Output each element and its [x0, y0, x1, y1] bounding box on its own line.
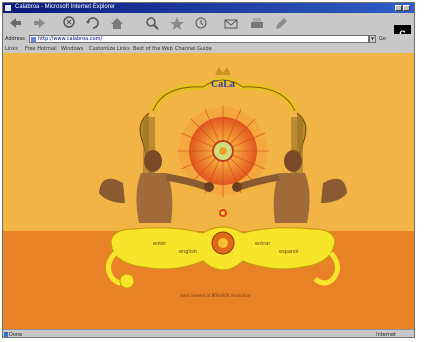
link-free-hotmail[interactable]: Free Hotmail — [25, 46, 57, 52]
print-button[interactable] — [247, 15, 267, 32]
link-customize-links[interactable]: Customize Links — [89, 46, 130, 52]
browser-window: Calabroa - Microsoft Internet Explorer A… — [2, 2, 415, 338]
link-windows[interactable]: Windows — [61, 46, 83, 52]
favorites-button[interactable] — [167, 15, 187, 32]
edit-button[interactable] — [271, 15, 291, 32]
refresh-button[interactable] — [83, 15, 103, 32]
address-dropdown[interactable]: ▾ — [369, 35, 376, 43]
menu-link-english[interactable]: english — [179, 249, 197, 255]
maximize-button[interactable] — [403, 5, 410, 11]
links-label: Links — [5, 46, 18, 52]
photo-frame: Calabroa - Microsoft Internet Explorer A… — [0, 0, 433, 342]
page-icon — [31, 37, 36, 42]
back-button[interactable] — [6, 15, 26, 32]
center-flower — [219, 209, 227, 217]
home-button[interactable] — [107, 15, 127, 32]
security-zone: Internet — [376, 332, 396, 338]
address-url: http://www.calabroa.com/ — [38, 36, 103, 42]
address-input[interactable]: http://www.calabroa.com/ — [29, 35, 369, 43]
web-page-content: CaLa enter english entrar espanol best v… — [3, 53, 414, 329]
status-bar: Done Internet — [3, 329, 414, 338]
search-button[interactable] — [143, 15, 163, 32]
page-artwork: CaLa enter english entrar espanol best v… — [99, 67, 347, 298]
status-page-icon — [4, 332, 8, 337]
browser-toolbar — [3, 13, 414, 35]
address-label: Address — [5, 36, 25, 42]
menu-link-entrar[interactable]: entrar — [255, 241, 271, 247]
window-title: Calabroa - Microsoft Internet Explorer — [15, 4, 116, 10]
go-button[interactable]: Go — [379, 36, 386, 42]
link-best-of-web[interactable]: Best of the Web — [133, 46, 173, 52]
minimize-button[interactable] — [395, 5, 402, 11]
mail-button[interactable] — [221, 15, 241, 32]
site-logo[interactable]: CaLa — [211, 79, 235, 90]
link-channel-guide[interactable]: Channel Guide — [175, 46, 212, 52]
forward-button[interactable] — [30, 15, 50, 32]
menu-link-enter[interactable]: enter — [153, 241, 167, 247]
footer-text: best viewed at 800x600 resolution — [181, 293, 251, 298]
stop-button[interactable] — [59, 15, 79, 32]
status-text: Done — [9, 332, 23, 338]
history-button[interactable] — [191, 15, 211, 32]
scroll-ornament — [106, 226, 340, 289]
address-bar: Address http://www.calabroa.com/ ▾ Go — [3, 34, 414, 44]
ie-icon — [5, 5, 11, 11]
menu-link-espanol[interactable]: espanol — [279, 249, 299, 255]
title-bar: Calabroa - Microsoft Internet Explorer — [3, 3, 414, 13]
